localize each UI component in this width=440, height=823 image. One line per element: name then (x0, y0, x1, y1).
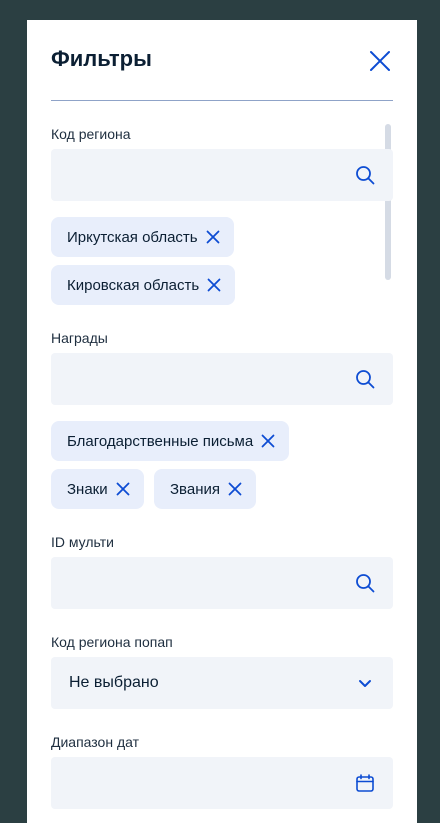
remove-chip-icon[interactable] (228, 482, 242, 496)
awards-label: Награды (51, 330, 108, 346)
awards-chip-letters[interactable]: Благодарственные письма (51, 421, 290, 461)
awards-chip-badges[interactable]: Знаки (51, 469, 144, 509)
scrollbar[interactable] (385, 124, 391, 280)
awards-chip-titles[interactable]: Звания (154, 469, 256, 509)
header-divider (51, 100, 393, 101)
chip-label: Знаки (67, 480, 108, 498)
chevron-down-icon[interactable] (355, 673, 375, 693)
region-popup-select[interactable]: Не выбрано (51, 657, 393, 709)
chip-label: Звания (170, 480, 220, 498)
panel-title: Фильтры (51, 46, 152, 71)
select-value: Не выбрано (69, 674, 159, 691)
region-popup-label: Код региона попап (51, 634, 173, 650)
calendar-icon[interactable] (355, 773, 375, 793)
chip-label: Иркутская область (67, 228, 198, 246)
search-icon[interactable] (355, 573, 375, 593)
chip-label: Кировская область (67, 276, 200, 294)
region-code-label: Код региона (51, 126, 131, 142)
region-chip-kirov[interactable]: Кировская область (51, 265, 236, 305)
filters-panel: Фильтры Код региона Иркутская область Ки… (27, 20, 417, 823)
remove-chip-icon[interactable] (261, 434, 275, 448)
close-button[interactable] (367, 48, 393, 74)
date-range-input[interactable] (51, 757, 393, 809)
close-icon (370, 51, 390, 71)
remove-chip-icon[interactable] (116, 482, 130, 496)
id-multi-label: ID мульти (51, 534, 114, 550)
chip-label: Благодарственные письма (67, 432, 254, 450)
date-range-label: Диапазон дат (51, 734, 140, 750)
remove-chip-icon[interactable] (206, 230, 220, 244)
awards-input[interactable] (51, 353, 393, 405)
remove-chip-icon[interactable] (207, 278, 221, 292)
region-chip-irkutsk[interactable]: Иркутская область (51, 217, 234, 257)
region-code-input[interactable] (51, 149, 393, 201)
id-multi-input[interactable] (51, 557, 393, 609)
search-icon[interactable] (355, 165, 375, 185)
search-icon[interactable] (355, 369, 375, 389)
